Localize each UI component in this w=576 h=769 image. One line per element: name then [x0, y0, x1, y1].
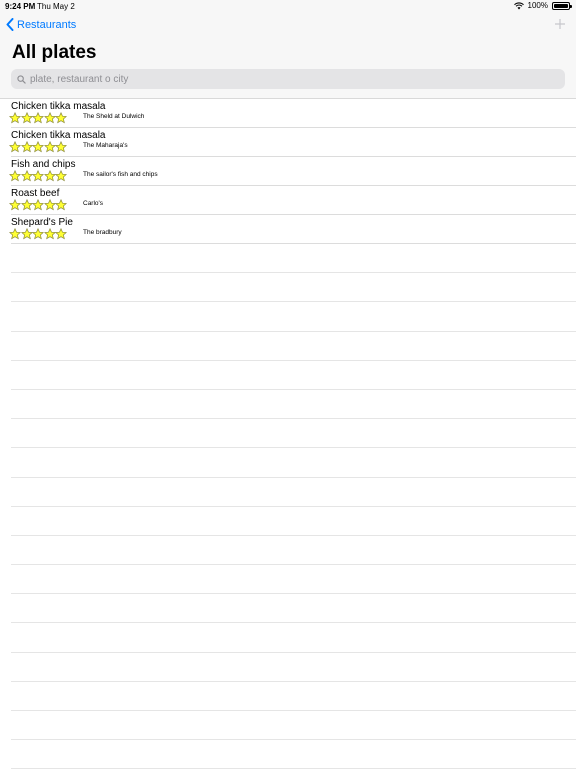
star-icon [9, 228, 21, 240]
restaurant-name: Carlo's [83, 200, 104, 207]
plate-name: Chicken tikka masala [11, 101, 106, 112]
empty-row [11, 536, 576, 566]
restaurant-name: The Sheld at Dulwich [83, 113, 145, 120]
empty-row [11, 273, 576, 303]
battery-fill [554, 3, 568, 8]
search-icon [17, 74, 26, 84]
plate-row[interactable]: Chicken tikka masala The Sheld at Dulwich [9, 99, 576, 128]
restaurant-name: The sailor's fish and chips [83, 171, 158, 178]
plate-row[interactable]: Chicken tikka masala The Maharaja's [9, 128, 576, 157]
empty-row [11, 740, 576, 769]
star-icon [32, 199, 44, 211]
empty-row [11, 244, 576, 274]
empty-row [11, 623, 576, 653]
star-icon [43, 199, 56, 211]
star-icon [20, 170, 33, 182]
rating-stars [9, 199, 67, 211]
star-icon [55, 141, 67, 153]
star-icon [43, 141, 56, 153]
star-icon [55, 199, 67, 211]
status-date: Thu May 2 [37, 2, 75, 11]
rating-stars [9, 228, 67, 240]
star-icon [32, 228, 44, 240]
rating-stars [9, 112, 67, 124]
navigation-bar: Restaurants [0, 14, 576, 38]
back-button-label: Restaurants [17, 18, 77, 31]
star-icon [20, 112, 33, 124]
star-icon [43, 170, 56, 182]
restaurant-name: The bradbury [83, 229, 122, 236]
empty-row [11, 361, 576, 390]
battery-icon [552, 1, 572, 10]
star-icon [32, 141, 44, 153]
search-input[interactable] [30, 73, 550, 85]
star-icon [55, 112, 67, 124]
star-icon [9, 170, 21, 182]
chevron-left-icon [6, 18, 14, 31]
star-icon [55, 170, 67, 182]
empty-row [11, 448, 576, 478]
search-bar[interactable] [11, 69, 565, 89]
add-plus-icon[interactable] [554, 18, 566, 30]
star-icon [32, 112, 44, 124]
plate-name: Chicken tikka masala [11, 130, 106, 141]
plate-name: Shepard's Pie [11, 217, 73, 228]
top-bar: 9:24 PM Thu May 2 100% Restaurants All p… [0, 0, 576, 99]
plate-name: Roast beef [11, 188, 60, 199]
star-icon [9, 199, 21, 211]
restaurant-name: The Maharaja's [83, 142, 128, 149]
empty-row [11, 332, 576, 361]
star-icon [43, 228, 56, 240]
star-icon [20, 199, 33, 211]
empty-row [11, 682, 576, 711]
wifi-icon [513, 1, 524, 9]
empty-row [11, 565, 576, 595]
status-right: 100% [513, 1, 572, 10]
battery-percent: 100% [527, 1, 548, 10]
empty-row [11, 711, 576, 741]
empty-row [11, 419, 576, 449]
status-time: 9:24 PM [5, 2, 36, 11]
star-icon [55, 228, 67, 240]
star-icon [20, 228, 33, 240]
plate-name: Fish and chips [11, 159, 76, 170]
page-title: All plates [12, 42, 97, 63]
empty-row [11, 507, 576, 536]
star-icon [20, 141, 33, 153]
empty-row [11, 390, 576, 420]
empty-row [11, 653, 576, 682]
star-icon [9, 112, 21, 124]
rating-stars [9, 141, 67, 153]
rating-stars [9, 170, 67, 182]
star-icon [9, 141, 21, 153]
status-bar: 9:24 PM Thu May 2 100% [0, 0, 576, 12]
star-icon [32, 170, 44, 182]
star-icon [43, 112, 56, 124]
empty-row [11, 302, 576, 332]
plate-row[interactable]: Fish and chips The sailor's fish and chip… [9, 157, 576, 186]
plate-row[interactable]: Shepard's Pie The bradbury [9, 215, 576, 244]
empty-row [11, 478, 576, 507]
plate-list: Chicken tikka masala The Sheld at Dulwich… [0, 99, 576, 769]
back-button[interactable]: Restaurants [6, 18, 76, 31]
plate-row[interactable]: Roast beef Carlo's [9, 186, 576, 215]
empty-row [11, 594, 576, 624]
